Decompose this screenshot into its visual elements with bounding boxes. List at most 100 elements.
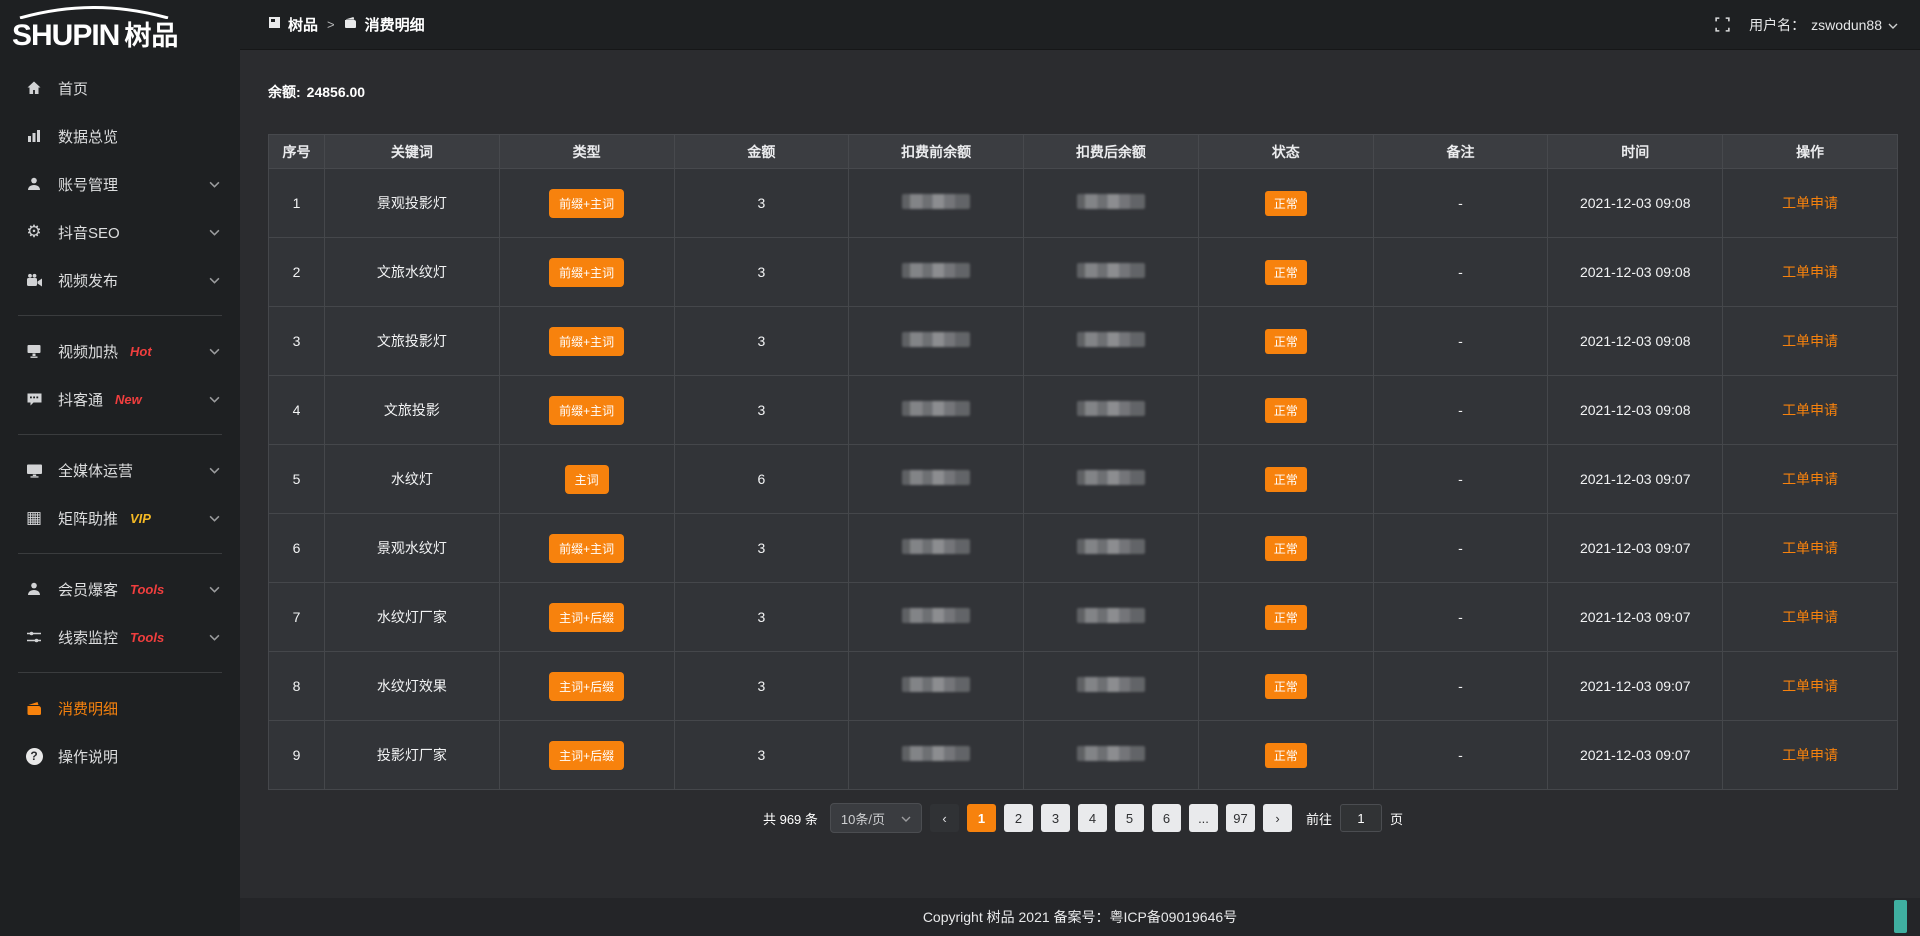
cell-status: 正常 [1198,445,1373,514]
work-order-link[interactable]: 工单申请 [1782,471,1838,487]
chevron-down-icon [1888,17,1898,33]
masked-balance-after [1077,746,1145,761]
cell-time: 2021-12-03 09:08 [1548,169,1723,238]
status-badge: 正常 [1265,329,1307,354]
sidebar-item-clue-monitor[interactable]: 线索监控Tools [0,613,240,661]
table-row: 5水纹灯主词6正常-2021-12-03 09:07工单申请 [269,445,1898,514]
cell-time: 2021-12-03 09:08 [1548,376,1723,445]
prev-page-button[interactable]: ‹ [930,804,959,832]
page-button-1[interactable]: 1 [967,804,996,832]
wallet-icon [344,16,358,33]
sidebar-item-home[interactable]: 首页 [0,64,240,112]
cell-type: 主词+后缀 [499,583,674,652]
work-order-link[interactable]: 工单申请 [1782,195,1838,211]
cell-action: 工单申请 [1723,307,1898,376]
cell-balance-after [1024,721,1199,790]
breadcrumb-item-home[interactable]: 树品 [268,14,318,35]
sidebar-item-label: 线索监控 [58,627,118,648]
chevron-down-icon [209,466,220,475]
work-order-link[interactable]: 工单申请 [1782,540,1838,556]
sidebar-item-video-heat[interactable]: 视频加热Hot [0,327,240,375]
cell-balance-before [849,169,1024,238]
type-badge: 前缀+主词 [549,396,624,425]
column-header: 状态 [1198,135,1373,169]
masked-balance-after [1077,539,1145,554]
page-button-97[interactable]: 97 [1226,804,1255,832]
table-row: 2文旅水纹灯前缀+主词3正常-2021-12-03 09:08工单申请 [269,238,1898,307]
page-button-6[interactable]: 6 [1152,804,1181,832]
next-page-button[interactable]: › [1263,804,1292,832]
work-order-link[interactable]: 工单申请 [1782,747,1838,763]
cell-index: 1 [269,169,325,238]
cell-balance-before [849,307,1024,376]
sidebar: SHUPIN树品 首页数据总览账号管理⚙抖音SEO视频发布视频加热Hot抖客通N… [0,0,240,936]
work-order-link[interactable]: 工单申请 [1782,678,1838,694]
sidebar-item-video-publish[interactable]: 视频发布 [0,256,240,304]
table-row: 3文旅投影灯前缀+主词3正常-2021-12-03 09:08工单申请 [269,307,1898,376]
wallet-icon [24,701,44,716]
sidebar-item-matrix-boost[interactable]: ▦矩阵助推VIP [0,494,240,542]
sidebar-item-member-baoke[interactable]: 会员爆客Tools [0,565,240,613]
chevron-down-icon [209,395,220,404]
cell-balance-after [1024,583,1199,652]
gear-icon: ⚙ [24,224,44,241]
fullscreen-icon[interactable] [1714,16,1731,33]
sidebar-item-consume-detail[interactable]: 消费明细 [0,684,240,732]
cell-balance-after [1024,169,1199,238]
chevron-down-icon [209,228,220,237]
table-row: 7水纹灯厂家主词+后缀3正常-2021-12-03 09:07工单申请 [269,583,1898,652]
page-button-2[interactable]: 2 [1004,804,1033,832]
user-menu[interactable]: 用户名：zswodun88 [1749,15,1898,35]
sidebar-item-label: 数据总览 [58,126,118,147]
table-row: 8水纹灯效果主词+后缀3正常-2021-12-03 09:07工单申请 [269,652,1898,721]
sidebar-item-tag: Hot [130,344,152,359]
cell-balance-after [1024,514,1199,583]
sidebar-item-douketong[interactable]: 抖客通New [0,375,240,423]
page-button-4[interactable]: 4 [1078,804,1107,832]
cell-remark: - [1373,721,1548,790]
page-size-value: 10条/页 [841,809,885,828]
sidebar-item-douyin-seo[interactable]: ⚙抖音SEO [0,208,240,256]
page-button-3[interactable]: 3 [1041,804,1070,832]
cell-keyword: 文旅投影 [325,376,500,445]
cell-balance-before [849,376,1024,445]
grid-icon: ▦ [24,510,44,527]
cell-balance-before [849,238,1024,307]
breadcrumb-label: 消费明细 [365,14,425,35]
work-order-link[interactable]: 工单申请 [1782,609,1838,625]
status-badge: 正常 [1265,467,1307,492]
cell-balance-after [1024,652,1199,721]
status-badge: 正常 [1265,536,1307,561]
breadcrumb-item-current[interactable]: 消费明细 [344,14,425,35]
page-ellipsis-button[interactable]: ... [1189,804,1218,832]
cell-keyword: 水纹灯效果 [325,652,500,721]
sidebar-item-label: 操作说明 [58,746,118,767]
table-row: 1景观投影灯前缀+主词3正常-2021-12-03 09:08工单申请 [269,169,1898,238]
cell-time: 2021-12-03 09:07 [1548,514,1723,583]
sidebar-item-data-overview[interactable]: 数据总览 [0,112,240,160]
sidebar-item-tag: New [115,392,142,407]
sidebar-item-all-media[interactable]: 全媒体运营 [0,446,240,494]
corner-widget[interactable] [1894,900,1907,933]
page-button-5[interactable]: 5 [1115,804,1144,832]
work-order-link[interactable]: 工单申请 [1782,264,1838,280]
column-header: 时间 [1548,135,1723,169]
breadcrumb: 树品 > 消费明细 [268,14,425,35]
cell-index: 9 [269,721,325,790]
cell-status: 正常 [1198,376,1373,445]
masked-balance-before [902,401,970,416]
question-icon: ? [24,748,44,765]
cell-time: 2021-12-03 09:08 [1548,238,1723,307]
goto-page-input[interactable] [1340,804,1382,832]
masked-balance-before [902,539,970,554]
work-order-link[interactable]: 工单申请 [1782,402,1838,418]
copyright-text: Copyright 树品 2021 备案号：粤ICP备09019646号 [923,907,1237,927]
main-area: 树品 > 消费明细 用户名：zswodun88 [240,0,1920,936]
cell-time: 2021-12-03 09:08 [1548,307,1723,376]
page-size-select[interactable]: 10条/页 [830,803,922,833]
sidebar-item-account-manage[interactable]: 账号管理 [0,160,240,208]
cell-type: 主词+后缀 [499,721,674,790]
sidebar-item-help[interactable]: ? 操作说明 [0,732,240,780]
column-header: 扣费前余额 [849,135,1024,169]
work-order-link[interactable]: 工单申请 [1782,333,1838,349]
